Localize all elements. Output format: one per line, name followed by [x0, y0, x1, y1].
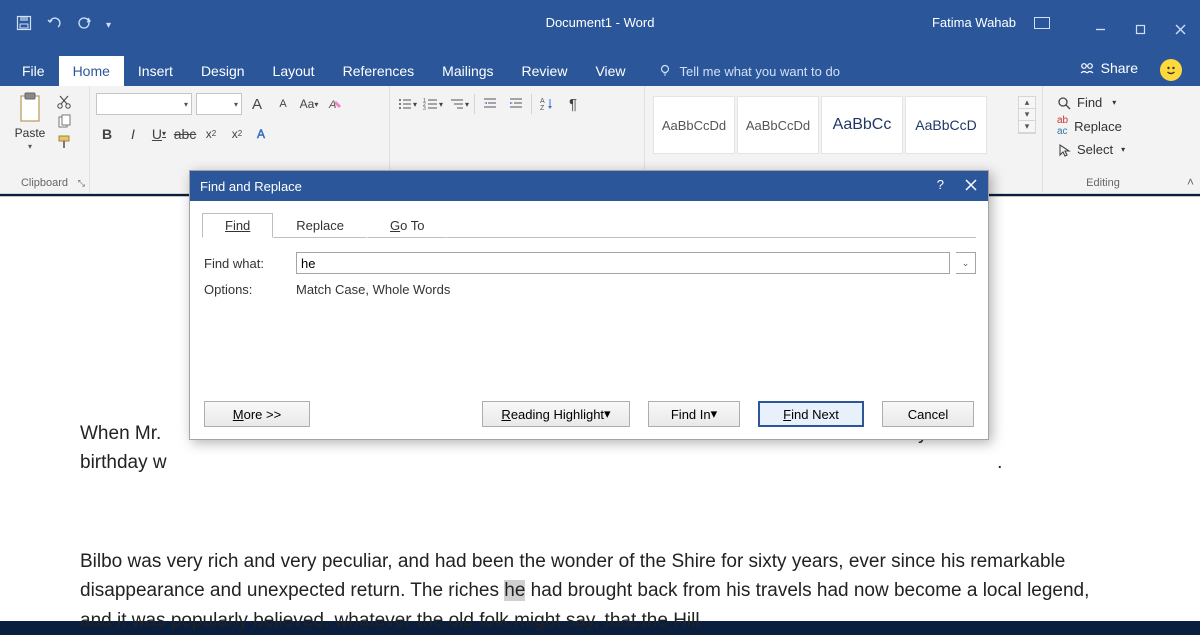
options-value: Match Case, Whole Words [296, 282, 976, 297]
decrease-indent-icon[interactable] [479, 93, 501, 115]
bold-button[interactable]: B [96, 123, 118, 145]
redo-icon[interactable] [76, 15, 92, 36]
collapse-ribbon-icon[interactable]: ˄ [1187, 175, 1194, 189]
styles-gallery[interactable]: AaBbCcDd AaBbCcDd AaBbCc AaBbCcD [651, 90, 989, 160]
style-normal[interactable]: AaBbCcDd [653, 96, 735, 154]
paste-button[interactable]: Paste [15, 126, 46, 140]
cursor-icon [1057, 143, 1071, 157]
tell-me-box[interactable]: Tell me what you want to do [658, 56, 840, 86]
find-what-input[interactable] [296, 252, 950, 274]
search-icon [1057, 96, 1071, 110]
tab-mailings[interactable]: Mailings [428, 56, 507, 86]
bullets-icon[interactable]: ▾ [396, 93, 418, 115]
reading-highlight-button[interactable]: Reading Highlight ▾ [482, 401, 630, 427]
paste-icon[interactable] [16, 92, 44, 124]
titlebar: ▾ Document1 - Word Fatima Wahab [0, 0, 1200, 56]
find-in-button[interactable]: Find In ▾ [648, 401, 740, 427]
find-replace-dialog: Find and Replace ? Find Replace Go To Fi… [189, 170, 989, 440]
dialog-close-icon[interactable] [964, 178, 978, 195]
search-highlight: he [504, 580, 525, 601]
undo-icon[interactable] [46, 15, 62, 36]
find-button[interactable]: Find▾ [1057, 95, 1149, 110]
style-nospacing[interactable]: AaBbCcDd [737, 96, 819, 154]
dialog-tab-find-label: Find [225, 218, 250, 233]
cut-icon[interactable] [56, 94, 72, 110]
decrease-font-icon[interactable]: A [272, 93, 294, 115]
dialog-tab-replace[interactable]: Replace [273, 213, 367, 238]
text-effects-icon[interactable]: A [252, 123, 274, 145]
svg-text:A: A [328, 99, 336, 111]
style-heading1[interactable]: AaBbCc [821, 96, 903, 154]
italic-button[interactable]: I [122, 123, 144, 145]
ribbon-tabs: File Home Insert Design Layout Reference… [0, 56, 1200, 86]
change-case-icon[interactable]: Aa ▾ [298, 93, 320, 115]
dialog-titlebar[interactable]: Find and Replace ? [190, 171, 988, 201]
close-button[interactable] [1160, 15, 1200, 43]
dialog-title: Find and Replace [200, 179, 302, 194]
font-name-combo[interactable]: ▾ [96, 93, 192, 115]
clear-formatting-icon[interactable]: A [324, 93, 346, 115]
tab-review[interactable]: Review [508, 56, 582, 86]
svg-text:A: A [257, 127, 265, 141]
document-paragraph: Bilbo was very rich and very peculiar, a… [80, 547, 1100, 635]
svg-text:Z: Z [540, 105, 545, 112]
clipboard-launcher-icon[interactable]: ⤡ [78, 178, 85, 189]
maximize-button[interactable] [1120, 15, 1160, 43]
minimize-button[interactable] [1080, 15, 1120, 43]
increase-font-icon[interactable]: A [246, 93, 268, 115]
share-icon [1079, 60, 1095, 76]
subscript-icon[interactable]: x2 [200, 123, 222, 145]
tell-me-placeholder: Tell me what you want to do [680, 64, 840, 79]
more-button[interactable]: More >> [204, 401, 310, 427]
find-next-button[interactable]: Find Next [758, 401, 864, 427]
dialog-tab-find[interactable]: Find [202, 213, 273, 238]
ribbon-display-icon[interactable] [1034, 17, 1050, 29]
cancel-button[interactable]: Cancel [882, 401, 974, 427]
lightbulb-icon [658, 64, 672, 78]
svg-text:3: 3 [423, 106, 426, 112]
tab-references[interactable]: References [329, 56, 429, 86]
select-button[interactable]: Select▾ [1057, 142, 1149, 157]
qat-customize-icon[interactable]: ▾ [106, 20, 111, 31]
tab-insert[interactable]: Insert [124, 56, 187, 86]
tab-view[interactable]: View [581, 56, 639, 86]
increase-indent-icon[interactable] [505, 93, 527, 115]
share-button[interactable]: Share [1079, 60, 1138, 76]
options-label: Options: [204, 282, 290, 297]
tab-home[interactable]: Home [59, 56, 124, 86]
show-marks-icon[interactable]: ¶ [562, 93, 584, 115]
tab-file[interactable]: File [8, 56, 59, 86]
dialog-tab-goto[interactable]: Go To [367, 213, 447, 238]
strikethrough-icon[interactable]: abc [174, 123, 196, 145]
svg-text:A: A [540, 98, 545, 105]
copy-icon[interactable] [56, 114, 72, 130]
underline-button[interactable]: U ▾ [148, 123, 170, 145]
font-size-combo[interactable]: ▾ [196, 93, 242, 115]
window-title: Document1 - Word [546, 15, 655, 30]
replace-button[interactable]: abac Replace [1057, 115, 1149, 137]
style-heading2[interactable]: AaBbCcD [905, 96, 987, 154]
styles-scroll[interactable]: ▴▾▾ [1018, 96, 1036, 134]
tab-layout[interactable]: Layout [259, 56, 329, 86]
superscript-icon[interactable]: x2 [226, 123, 248, 145]
save-icon[interactable] [16, 15, 32, 36]
sort-icon[interactable]: AZ [536, 93, 558, 115]
group-editing-label: Editing [1049, 177, 1157, 191]
feedback-smiley-icon[interactable] [1160, 59, 1182, 81]
group-clipboard-label: Clipboard⤡ [6, 177, 83, 191]
user-name[interactable]: Fatima Wahab [932, 15, 1016, 30]
numbering-icon[interactable]: 123▾ [422, 93, 444, 115]
find-what-label: Find what: [204, 256, 290, 271]
multilevel-icon[interactable]: ▾ [448, 93, 470, 115]
find-what-history-dropdown[interactable]: ⌄ [956, 252, 976, 274]
dialog-help-icon[interactable]: ? [937, 177, 944, 192]
tab-design[interactable]: Design [187, 56, 259, 86]
format-painter-icon[interactable] [56, 134, 72, 150]
replace-icon: abac [1057, 115, 1068, 137]
